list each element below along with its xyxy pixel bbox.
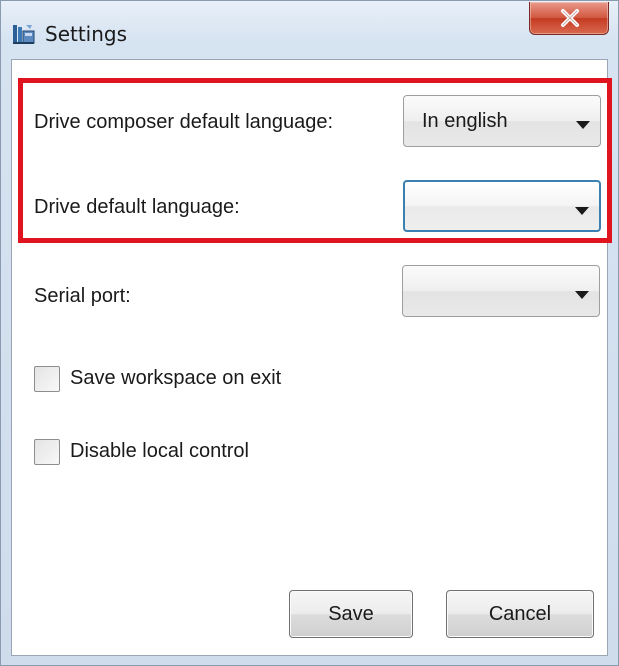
close-button[interactable] <box>529 2 609 35</box>
drive-language-label: Drive default language: <box>34 196 240 218</box>
composer-language-value: In english <box>422 110 508 132</box>
serial-port-label: Serial port: <box>34 285 131 307</box>
composer-language-label: Drive composer default language: <box>34 111 334 133</box>
chevron-down-icon <box>576 117 590 135</box>
disable-local-control-checkbox[interactable] <box>34 439 60 465</box>
title-bar[interactable]: Settings <box>1 1 618 59</box>
chevron-down-icon <box>575 287 589 305</box>
save-button[interactable]: Save <box>289 590 413 638</box>
drive-language-select[interactable] <box>403 180 601 232</box>
save-workspace-label: Save workspace on exit <box>70 367 282 389</box>
settings-app-icon <box>12 23 36 45</box>
save-workspace-checkbox[interactable] <box>34 366 60 392</box>
cancel-button[interactable]: Cancel <box>446 590 594 638</box>
composer-language-select[interactable]: In english <box>403 95 601 147</box>
window-title: Settings <box>45 22 128 46</box>
serial-port-select[interactable] <box>402 265 600 317</box>
chevron-down-icon <box>575 203 589 221</box>
disable-local-control-label: Disable local control <box>70 440 249 462</box>
